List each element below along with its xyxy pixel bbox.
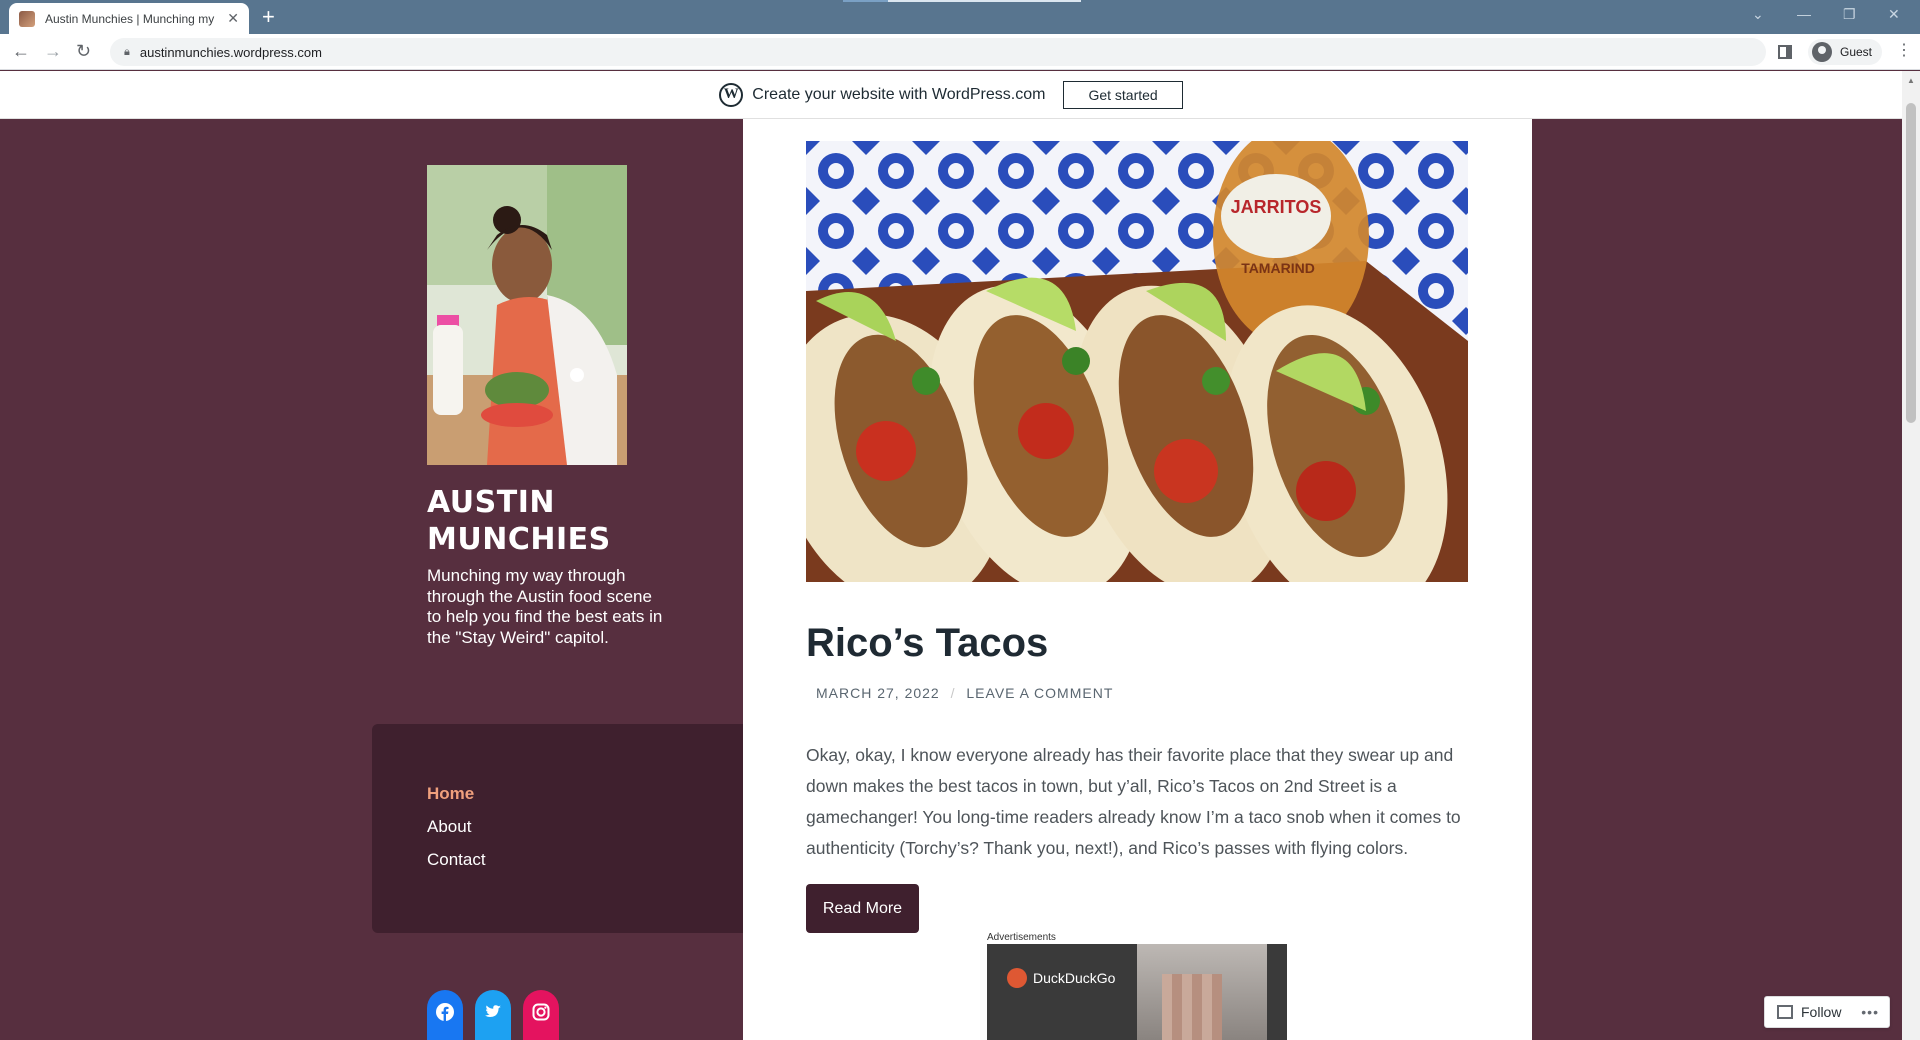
close-window-icon[interactable]: ✕	[1888, 6, 1900, 23]
address-bar[interactable]: 🔒︎ austinmunchies.wordpress.com	[110, 38, 1766, 66]
profile-label: Guest	[1840, 45, 1873, 59]
follow-label: Follow	[1801, 1004, 1842, 1020]
wordpress-banner-text[interactable]: Create your website with WordPress.com	[752, 86, 1045, 104]
scroll-up-icon[interactable]: ▲	[1907, 76, 1915, 85]
wordpress-banner: W Create your website with WordPress.com…	[0, 71, 1902, 119]
minimize-icon[interactable]: —	[1797, 6, 1811, 22]
browser-tab-strip: Austin Munchies | Munching my ✕ + ⌄ — ❐ …	[0, 0, 1920, 34]
post-date[interactable]: MARCH 27, 2022	[816, 685, 940, 701]
tab-search-icon[interactable]: ⌄	[1752, 6, 1764, 23]
tab-title: Austin Munchies | Munching my	[45, 11, 215, 26]
site-title[interactable]: AUSTIN MUNCHIES	[427, 484, 727, 558]
new-tab-button[interactable]: +	[262, 4, 275, 30]
wordpress-logo-icon[interactable]: W	[719, 82, 744, 107]
site-description: Munching my way through through the Aust…	[427, 566, 663, 647]
post-meta: MARCH 27, 2022 / LEAVE A COMMENT	[816, 685, 1113, 701]
facebook-link[interactable]	[427, 990, 463, 1040]
site-header-photo[interactable]	[427, 165, 627, 465]
browser-toolbar: ← → ↻ 🔒︎ austinmunchies.wordpress.com Gu…	[0, 34, 1920, 70]
browser-tab[interactable]: Austin Munchies | Munching my ✕	[9, 3, 249, 34]
featured-image[interactable]: JARRITOS TAMARIND	[806, 141, 1468, 582]
profile-avatar-icon	[1812, 42, 1832, 62]
profile-button[interactable]: Guest	[1808, 39, 1883, 65]
twitter-link[interactable]	[475, 990, 511, 1040]
facebook-icon	[436, 1003, 454, 1021]
follow-icon	[1777, 1005, 1793, 1019]
browser-menu-icon[interactable]: ⋮	[1896, 40, 1912, 60]
nav-item-home[interactable]: Home	[427, 784, 474, 804]
site-favicon-icon	[19, 10, 35, 27]
read-more-button[interactable]: Read More	[806, 884, 919, 933]
scrollbar-thumb[interactable]	[1906, 103, 1916, 423]
page-scrollbar[interactable]: ▲	[1902, 71, 1920, 1040]
reload-icon[interactable]: ↻	[76, 41, 91, 61]
jarritos-label-icon: JARRITOS	[1231, 197, 1322, 217]
twitter-icon	[485, 1005, 501, 1017]
nav-item-about[interactable]: About	[427, 817, 471, 837]
tamarind-label: TAMARIND	[1241, 260, 1315, 276]
more-options-icon[interactable]: •••	[1861, 1004, 1879, 1020]
back-icon[interactable]: ←	[12, 41, 30, 61]
nav-item-contact[interactable]: Contact	[427, 850, 486, 870]
restore-icon[interactable]: ❐	[1843, 6, 1856, 23]
instagram-icon	[532, 1003, 550, 1021]
lock-icon[interactable]: 🔒︎	[124, 46, 130, 59]
leave-comment-link[interactable]: LEAVE A COMMENT	[966, 685, 1113, 701]
instagram-link[interactable]	[523, 990, 559, 1040]
ad-face-blur	[1162, 974, 1222, 1040]
side-panel-icon[interactable]	[1778, 45, 1792, 59]
tab-strip-highlight	[888, 0, 1081, 2]
ad-brand: DuckDuckGo	[1007, 968, 1115, 988]
duckduckgo-logo-icon	[1007, 968, 1027, 988]
ad-label: Advertisements	[987, 932, 1056, 943]
follow-button[interactable]: Follow •••	[1764, 996, 1890, 1028]
ad-brand-name: DuckDuckGo	[1033, 970, 1116, 986]
advertisement[interactable]: DuckDuckGo	[987, 944, 1287, 1040]
tab-strip-accent	[843, 0, 888, 2]
forward-icon[interactable]: →	[44, 41, 62, 61]
url-text[interactable]: austinmunchies.wordpress.com	[140, 45, 322, 60]
get-started-button[interactable]: Get started	[1063, 80, 1183, 109]
meta-separator: /	[950, 685, 956, 701]
post-excerpt: Okay, okay, I know everyone already has …	[806, 745, 1461, 858]
post-title[interactable]: Rico’s Tacos	[806, 621, 1048, 666]
tab-close-icon[interactable]: ✕	[227, 10, 239, 27]
